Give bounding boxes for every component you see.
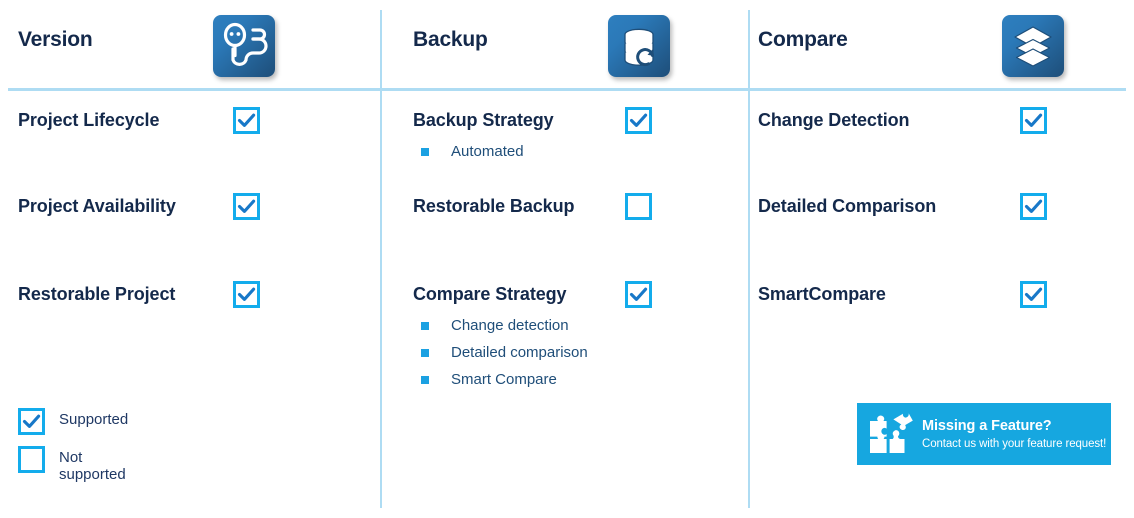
feature-row: Change Detection — [758, 110, 910, 131]
column-header-version: Version — [0, 0, 380, 88]
column-version: Version Project Lifecycle Project Availa… — [0, 0, 380, 518]
banner-subtitle: Contact us with your feature request! — [922, 437, 1107, 450]
feature-label: Detailed Comparison — [758, 196, 937, 216]
feature-subitem-list: Change detection Detailed comparison Sma… — [413, 312, 588, 393]
feature-row: Detailed Comparison — [758, 196, 936, 217]
checkbox-project-lifecycle[interactable] — [233, 107, 260, 134]
column-backup: Backup Backup Strategy Automated Restora… — [380, 0, 748, 518]
database-restore-icon — [608, 15, 670, 77]
list-item: Automated — [413, 138, 554, 165]
feature-label: Compare Strategy — [413, 284, 567, 304]
feature-subitem-list: Automated — [413, 138, 554, 165]
subitem-label: Detailed comparison — [451, 344, 588, 361]
feature-row: Project Lifecycle — [18, 110, 159, 131]
legend-checkbox-supported — [18, 408, 45, 435]
feature-row: SmartCompare — [758, 284, 886, 305]
column-title-version: Version — [18, 28, 93, 51]
column-title-compare: Compare — [758, 28, 848, 51]
bullet-square-icon — [421, 322, 429, 330]
list-item: Change detection — [413, 312, 588, 339]
subitem-label: Change detection — [451, 317, 569, 334]
list-item: Detailed comparison — [413, 339, 588, 366]
banner-title: Missing a Feature? — [922, 417, 1052, 434]
feature-comparison-board: Version Project Lifecycle Project Availa… — [0, 0, 1134, 518]
bullet-square-icon — [421, 376, 429, 384]
column-header-backup: Backup — [380, 0, 748, 88]
feature-label: Backup Strategy — [413, 110, 554, 130]
missing-feature-banner[interactable]: Missing a Feature? Contact us with your … — [857, 403, 1111, 465]
checkbox-restorable-project[interactable] — [233, 281, 260, 308]
feature-row: Project Availability — [18, 196, 176, 217]
feature-label: Change Detection — [758, 110, 910, 130]
column-header-compare: Compare — [748, 0, 1134, 88]
feature-row: Restorable Backup — [413, 196, 574, 217]
feature-row: Restorable Project — [18, 284, 175, 305]
checkbox-project-availability[interactable] — [233, 193, 260, 220]
subitem-label: Automated — [451, 143, 524, 160]
column-title-backup: Backup — [413, 28, 488, 51]
layers-stack-icon — [1002, 15, 1064, 77]
feature-label: SmartCompare — [758, 284, 886, 304]
checkbox-smartcompare[interactable] — [1020, 281, 1047, 308]
banner-text-block: Missing a Feature? Contact us with your … — [922, 417, 1106, 452]
checkbox-change-detection[interactable] — [1020, 107, 1047, 134]
feature-label: Restorable Project — [18, 284, 176, 304]
feature-label: Restorable Backup — [413, 196, 575, 216]
legend-label-not-supported: Not supported — [59, 449, 126, 483]
bullet-square-icon — [421, 148, 429, 156]
checkbox-backup-strategy[interactable] — [625, 107, 652, 134]
bullet-square-icon — [421, 349, 429, 357]
feature-row: Compare Strategy Change detection Detail… — [413, 284, 588, 393]
legend-label-supported: Supported — [59, 411, 129, 428]
feature-label: Project Availability — [18, 196, 176, 216]
list-item: Smart Compare — [413, 366, 588, 393]
version-branch-icon — [213, 15, 275, 77]
checkbox-restorable-backup[interactable] — [625, 193, 652, 220]
subitem-label: Smart Compare — [451, 371, 557, 388]
puzzle-pieces-icon — [867, 412, 913, 456]
feature-label: Project Lifecycle — [18, 110, 160, 130]
checkbox-detailed-comparison[interactable] — [1020, 193, 1047, 220]
feature-row: Backup Strategy Automated — [413, 110, 554, 165]
legend-checkbox-not-supported — [18, 446, 45, 473]
checkbox-compare-strategy[interactable] — [625, 281, 652, 308]
